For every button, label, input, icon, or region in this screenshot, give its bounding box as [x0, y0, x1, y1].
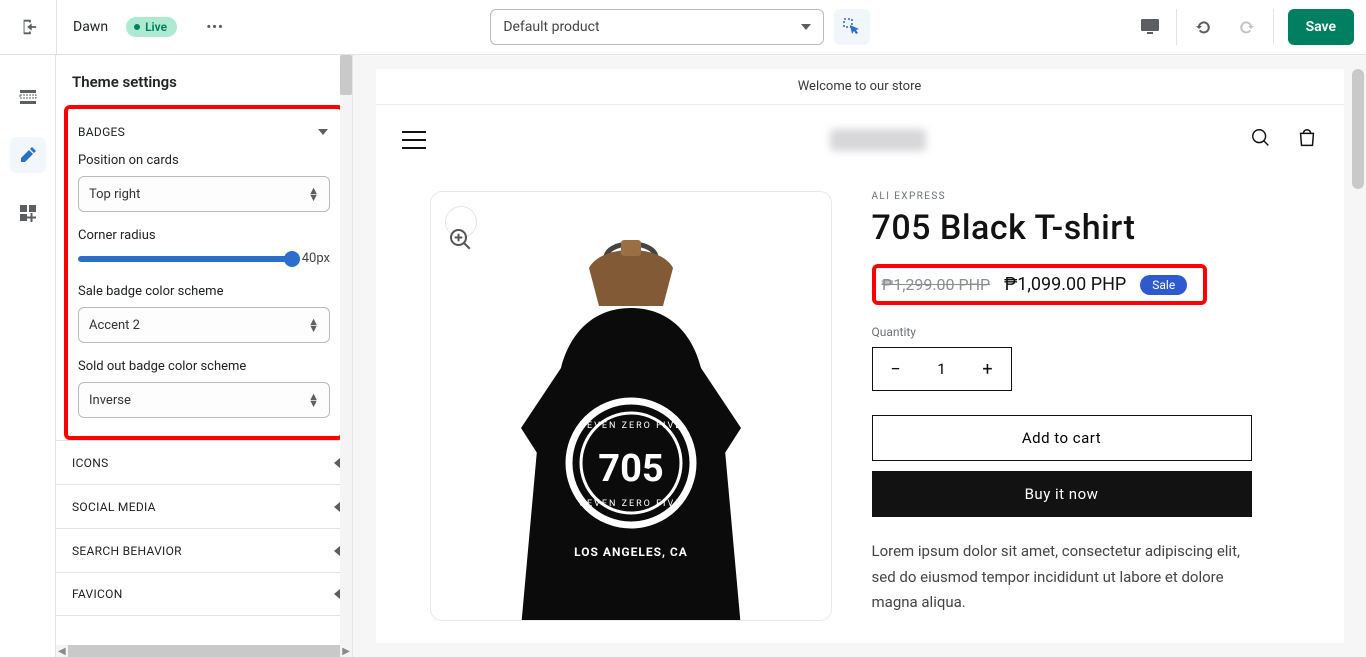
badges-panel: BADGES Position on cards Top right ▲▼ Co… [64, 105, 344, 440]
accordion-label: FAVICON [72, 587, 123, 601]
product-image: SEVEN ZERO FIVE 705 SEVEN ZERO FIVE LOS … [466, 228, 796, 621]
theme-name: Dawn [73, 19, 108, 35]
accordion-icons[interactable]: ICONS [56, 440, 352, 484]
product-title: 705 Black T-shirt [872, 208, 1290, 248]
quantity-decrease[interactable]: − [873, 348, 919, 390]
search-icon[interactable] [1250, 127, 1272, 153]
product-vendor: ALI EXPRESS [872, 191, 1290, 202]
quantity-stepper: − + [872, 347, 1012, 391]
gallery-zoom-button[interactable] [445, 206, 477, 238]
accordion-social-media[interactable]: SOCIAL MEDIA [56, 484, 352, 528]
position-select-value: Top right [89, 187, 140, 202]
compare-price: ₱1,299.00 PHP [882, 275, 991, 294]
accordion-label: SEARCH BEHAVIOR [72, 544, 182, 558]
corner-radius-value: 40px [302, 251, 330, 266]
template-select[interactable]: Default product [490, 9, 824, 45]
cart-icon[interactable] [1296, 127, 1318, 153]
template-select-value: Default product [503, 19, 599, 35]
store-header [376, 105, 1344, 175]
left-rail [0, 55, 56, 657]
accordion-search-behavior[interactable]: SEARCH BEHAVIOR [56, 528, 352, 572]
product-description: Lorem ipsum dolor sit amet, consectetur … [872, 539, 1252, 616]
sidebar-h-scrollbar[interactable]: ◀ ▶ [56, 645, 352, 657]
undo-button[interactable] [1185, 9, 1221, 45]
badges-header-label: BADGES [78, 125, 125, 139]
preview-scrollbar[interactable] [1352, 69, 1364, 189]
svg-text:SEVEN ZERO FIVE: SEVEN ZERO FIVE [579, 421, 682, 431]
quantity-label: Quantity [872, 325, 1290, 339]
exit-button[interactable] [12, 10, 46, 44]
quantity-increase[interactable]: + [965, 348, 1011, 390]
viewport-desktop-button[interactable] [1132, 9, 1168, 45]
sidebar-scrollbar[interactable] [340, 55, 352, 645]
accordion-favicon[interactable]: FAVICON [56, 572, 352, 616]
sale-scheme-select[interactable]: Accent 2 ▲▼ [78, 307, 330, 343]
badges-accordion-header[interactable]: BADGES [78, 115, 330, 149]
product-gallery: SEVEN ZERO FIVE 705 SEVEN ZERO FIVE LOS … [430, 191, 832, 621]
position-label: Position on cards [78, 153, 330, 168]
redo-button[interactable] [1229, 9, 1265, 45]
preview-area: Welcome to our store [353, 55, 1366, 657]
svg-text:SEVEN ZERO FIVE: SEVEN ZERO FIVE [579, 499, 682, 509]
sale-badge: Sale [1140, 275, 1187, 295]
more-actions-button[interactable]: ••• [201, 13, 229, 41]
svg-text:LOS ANGELES, CA: LOS ANGELES, CA [574, 545, 688, 559]
store-logo[interactable] [830, 129, 926, 151]
settings-sidebar: Theme settings BADGES Position on cards … [56, 55, 353, 657]
announcement-bar: Welcome to our store [376, 69, 1344, 105]
status-badge: Live [126, 17, 177, 37]
price: ₱1,099.00 PHP [1004, 274, 1126, 295]
corner-radius-slider[interactable] [78, 256, 292, 262]
accordion-label: ICONS [72, 456, 109, 470]
price-block: ₱1,299.00 PHP ₱1,099.00 PHP Sale [872, 264, 1208, 305]
soldout-scheme-select[interactable]: Inverse ▲▼ [78, 382, 330, 418]
sale-scheme-label: Sale badge color scheme [78, 284, 330, 299]
select-updown-icon: ▲▼ [308, 318, 319, 332]
sidebar-title: Theme settings [56, 55, 352, 105]
quantity-input[interactable] [919, 360, 965, 378]
corner-radius-label: Corner radius [78, 228, 330, 243]
rail-apps-button[interactable] [10, 195, 46, 231]
accordion-label: SOCIAL MEDIA [72, 500, 156, 514]
svg-text:705: 705 [598, 447, 663, 491]
chevron-down-icon [318, 129, 328, 135]
top-bar: Dawn Live ••• Default product Save [0, 0, 1366, 55]
select-updown-icon: ▲▼ [308, 187, 319, 201]
rail-sections-button[interactable] [10, 79, 46, 115]
inspector-toggle[interactable] [834, 9, 870, 45]
add-to-cart-button[interactable]: Add to cart [872, 415, 1252, 461]
preview-canvas: Welcome to our store [376, 69, 1344, 643]
select-updown-icon: ▲▼ [308, 393, 319, 407]
chevron-down-icon [801, 24, 811, 30]
buy-now-button[interactable]: Buy it now [872, 471, 1252, 517]
rail-theme-settings-button[interactable] [10, 137, 46, 173]
soldout-scheme-value: Inverse [89, 393, 131, 408]
position-select[interactable]: Top right ▲▼ [78, 176, 330, 212]
save-button[interactable]: Save [1288, 9, 1354, 45]
sale-scheme-value: Accent 2 [89, 318, 140, 333]
product-info: ALI EXPRESS 705 Black T-shirt ₱1,299.00 … [872, 191, 1290, 621]
menu-icon[interactable] [402, 131, 426, 149]
slider-thumb[interactable] [284, 251, 300, 267]
soldout-scheme-label: Sold out badge color scheme [78, 359, 330, 374]
